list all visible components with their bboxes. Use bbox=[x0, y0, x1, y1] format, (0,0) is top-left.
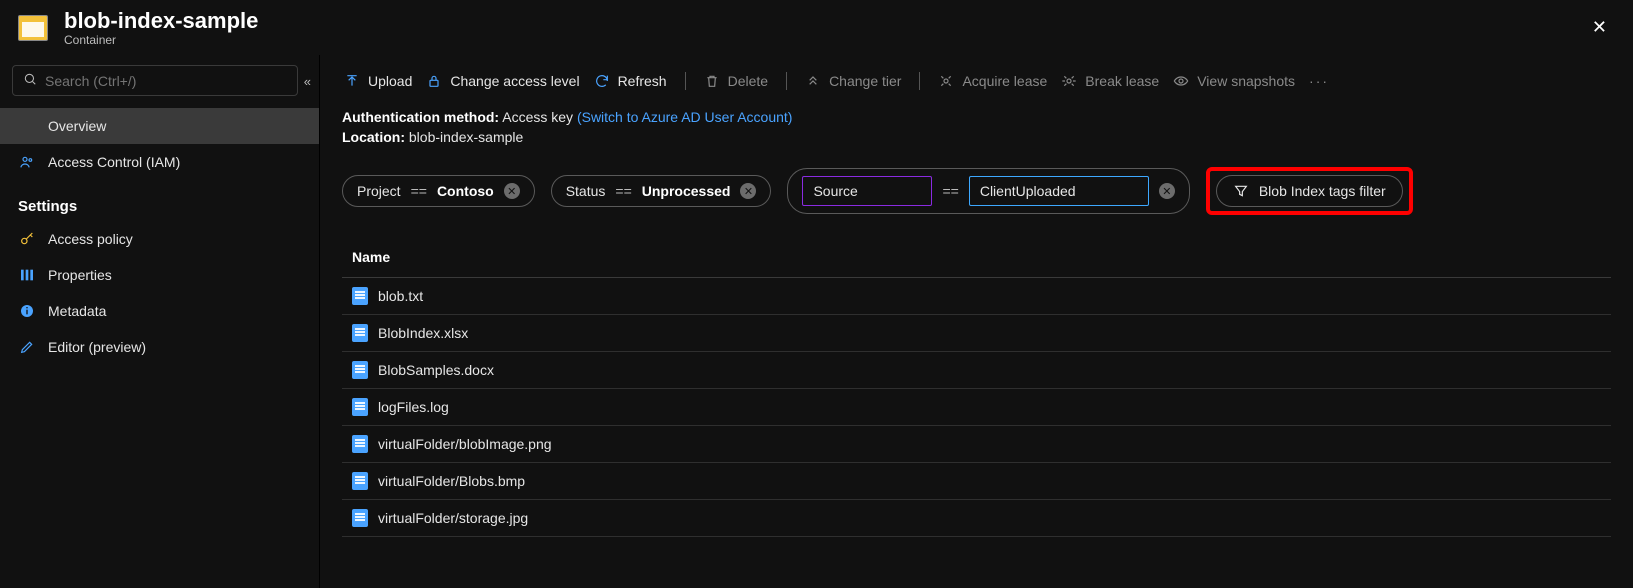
file-icon bbox=[352, 324, 368, 342]
chip-value: Contoso bbox=[437, 183, 494, 199]
table-row[interactable]: BlobSamples.docx bbox=[342, 352, 1611, 389]
content-pane: Upload Change access level Refresh Delet… bbox=[320, 55, 1633, 588]
toolbar-label: View snapshots bbox=[1197, 73, 1295, 89]
people-icon bbox=[18, 154, 36, 170]
file-icon bbox=[352, 361, 368, 379]
sidebar-item-access-control[interactable]: Access Control (IAM) bbox=[0, 144, 319, 180]
toolbar: Upload Change access level Refresh Delet… bbox=[320, 55, 1633, 103]
sidebar-section-settings: Settings bbox=[0, 180, 319, 221]
filter-chip-status[interactable]: Status == Unprocessed ✕ bbox=[551, 175, 772, 207]
toolbar-label: Change access level bbox=[450, 73, 579, 89]
sidebar-item-editor[interactable]: Editor (preview) bbox=[0, 329, 319, 365]
toolbar-label: Change tier bbox=[829, 73, 901, 89]
toolbar-label: Upload bbox=[368, 73, 412, 89]
change-access-button[interactable]: Change access level bbox=[424, 69, 581, 93]
column-header-name[interactable]: Name bbox=[342, 237, 1611, 278]
pencil-icon bbox=[18, 339, 36, 355]
view-snapshots-button: View snapshots bbox=[1171, 69, 1297, 93]
equals-icon: == bbox=[615, 183, 631, 199]
search-icon bbox=[23, 72, 37, 89]
file-name: BlobSamples.docx bbox=[378, 362, 494, 378]
refresh-button[interactable]: Refresh bbox=[592, 69, 669, 93]
sidebar-item-access-policy[interactable]: Access policy bbox=[0, 221, 319, 257]
toolbar-divider bbox=[919, 72, 920, 90]
auth-method-value: Access key bbox=[502, 109, 573, 125]
chip-value: Unprocessed bbox=[642, 183, 731, 199]
break-lease-button: Break lease bbox=[1059, 69, 1161, 93]
chip-key: Status bbox=[566, 183, 606, 199]
table-row[interactable]: virtualFolder/Blobs.bmp bbox=[342, 463, 1611, 500]
remove-chip-icon[interactable]: ✕ bbox=[504, 183, 520, 199]
meta-block: Authentication method: Access key (Switc… bbox=[320, 103, 1633, 151]
blob-table: Name blob.txt BlobIndex.xlsx BlobSamples.d… bbox=[342, 237, 1611, 537]
filter-button-label: Blob Index tags filter bbox=[1259, 183, 1386, 199]
toolbar-label: Refresh bbox=[618, 73, 667, 89]
sidebar-item-metadata[interactable]: Metadata bbox=[0, 293, 319, 329]
sidebar-search[interactable] bbox=[12, 65, 298, 96]
sidebar-item-overview[interactable]: Overview bbox=[0, 108, 319, 144]
more-button[interactable]: ··· bbox=[1307, 69, 1331, 93]
toolbar-label: Break lease bbox=[1085, 73, 1159, 89]
file-name: virtualFolder/Blobs.bmp bbox=[378, 473, 525, 489]
remove-chip-icon[interactable]: ✕ bbox=[740, 183, 756, 199]
container-icon bbox=[18, 119, 36, 133]
sidebar-item-label: Access policy bbox=[48, 231, 133, 247]
location-label: Location: bbox=[342, 129, 405, 145]
table-row[interactable]: virtualFolder/blobImage.png bbox=[342, 426, 1611, 463]
change-tier-button: Change tier bbox=[803, 69, 903, 93]
sidebar-item-label: Access Control (IAM) bbox=[48, 154, 180, 170]
remove-chip-icon[interactable]: ✕ bbox=[1159, 183, 1175, 199]
switch-auth-link[interactable]: (Switch to Azure AD User Account) bbox=[577, 109, 793, 125]
table-row[interactable]: logFiles.log bbox=[342, 389, 1611, 426]
file-icon bbox=[352, 472, 368, 490]
file-name: logFiles.log bbox=[378, 399, 449, 415]
file-name: blob.txt bbox=[378, 288, 423, 304]
container-icon bbox=[18, 15, 48, 41]
chip-key: Project bbox=[357, 183, 401, 199]
filter-row: Project == Contoso ✕ Status == Unprocess… bbox=[320, 151, 1633, 221]
upload-button[interactable]: Upload bbox=[342, 69, 414, 93]
auth-method-label: Authentication method: bbox=[342, 109, 499, 125]
filter-chip-project[interactable]: Project == Contoso ✕ bbox=[342, 175, 535, 207]
blade-header: blob-index-sample Container ✕ bbox=[0, 0, 1633, 55]
sidebar-item-properties[interactable]: Properties bbox=[0, 257, 319, 293]
file-icon bbox=[352, 287, 368, 305]
delete-button: Delete bbox=[702, 69, 770, 93]
sidebar: « Overview Access Control (IAM) Settings… bbox=[0, 55, 320, 588]
file-icon bbox=[352, 398, 368, 416]
info-icon bbox=[18, 303, 36, 319]
blade-title: blob-index-sample bbox=[64, 8, 258, 34]
toolbar-divider bbox=[685, 72, 686, 90]
toolbar-divider bbox=[786, 72, 787, 90]
file-icon bbox=[352, 509, 368, 527]
file-name: virtualFolder/storage.jpg bbox=[378, 510, 528, 526]
blade-subtitle: Container bbox=[64, 33, 258, 47]
equals-icon: == bbox=[411, 183, 427, 199]
file-name: virtualFolder/blobImage.png bbox=[378, 436, 552, 452]
highlight-annotation: Blob Index tags filter bbox=[1206, 167, 1413, 215]
table-row[interactable]: BlobIndex.xlsx bbox=[342, 315, 1611, 352]
filter-value-input[interactable]: ClientUploaded bbox=[969, 176, 1149, 206]
sidebar-item-label: Properties bbox=[48, 267, 112, 283]
acquire-lease-button: Acquire lease bbox=[936, 69, 1049, 93]
search-input[interactable] bbox=[45, 73, 287, 89]
sidebar-item-label: Metadata bbox=[48, 303, 106, 319]
key-icon bbox=[18, 231, 36, 247]
toolbar-label: Delete bbox=[728, 73, 768, 89]
filter-key-input[interactable]: Source bbox=[802, 176, 932, 206]
file-name: BlobIndex.xlsx bbox=[378, 325, 468, 341]
close-icon[interactable]: ✕ bbox=[1584, 11, 1615, 44]
bars-icon bbox=[18, 267, 36, 283]
location-value: blob-index-sample bbox=[409, 129, 523, 145]
blob-index-filter-button[interactable]: Blob Index tags filter bbox=[1216, 175, 1403, 207]
toolbar-label: Acquire lease bbox=[962, 73, 1047, 89]
table-row[interactable]: virtualFolder/storage.jpg bbox=[342, 500, 1611, 537]
sidebar-item-label: Editor (preview) bbox=[48, 339, 146, 355]
equals-icon: == bbox=[942, 183, 958, 199]
sidebar-item-label: Overview bbox=[48, 118, 106, 134]
file-icon bbox=[352, 435, 368, 453]
table-row[interactable]: blob.txt bbox=[342, 278, 1611, 315]
collapse-sidebar-icon[interactable]: « bbox=[300, 74, 319, 89]
filter-edit-chip[interactable]: Source == ClientUploaded ✕ bbox=[787, 168, 1189, 214]
